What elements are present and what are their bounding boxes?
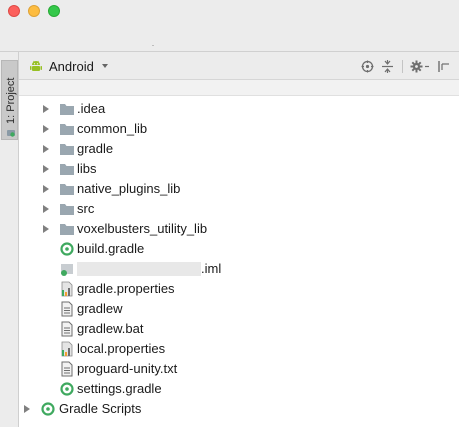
tree-file-iml[interactable]: .iml [19,259,459,279]
expand-arrow-icon[interactable] [43,185,49,193]
tree-item-label: gradlew [77,301,123,316]
toolbar-separator [402,60,403,73]
tree-folder-libs[interactable]: libs [19,159,459,179]
tree-item-label: proguard-unity.txt [77,361,178,376]
tree-file-build-gradle[interactable]: build.gradle [19,239,459,259]
gear-icon [410,60,429,72]
tree-file-proguard-unity[interactable]: proguard-unity.txt [19,359,459,379]
panel-subbar [19,80,459,96]
redacted-filename [77,262,201,276]
module-file-icon [61,264,73,276]
tree-file-settings-gradle[interactable]: settings.gradle [19,379,459,399]
folder-icon [60,104,74,115]
gradle-icon [60,382,74,396]
folder-icon [60,164,74,175]
folder-icon [60,204,74,215]
folder-icon [60,144,74,155]
tree-item-label: Gradle Scripts [59,401,142,416]
view-mode-dropdown[interactable]: Android [29,58,108,74]
window-titlebar [0,0,459,52]
crosshair-icon [361,60,373,72]
collapse-all-button[interactable] [379,58,395,74]
tree-item-label: libs [77,161,97,176]
expand-arrow-icon[interactable] [43,205,49,213]
window-close-button[interactable] [8,5,20,17]
text-file-icon [61,361,73,377]
properties-file-icon [61,281,73,297]
chevron-down-icon [101,64,108,68]
tree-item-label: native_plugins_lib [77,181,181,196]
tree-item-label: gradlew.bat [77,321,144,336]
project-folder-icon [7,130,15,137]
gradle-icon [60,242,74,256]
tree-gradle-scripts[interactable]: Gradle Scripts [19,399,459,419]
tree-file-local-properties[interactable]: local.properties [19,339,459,359]
tree-folder-native-plugins-lib[interactable]: native_plugins_lib [19,179,459,199]
view-mode-label: Android [49,58,94,74]
text-file-icon [61,301,73,317]
hide-panel-icon [437,60,449,72]
settings-menu-button[interactable] [409,58,431,74]
collapse-all-icon [381,59,393,73]
expand-arrow-icon[interactable] [43,225,49,233]
expand-arrow-icon[interactable] [43,125,49,133]
expand-arrow-icon[interactable] [43,145,49,153]
tree-item-label: .iml [201,261,222,276]
project-panel-header: Android [19,52,459,80]
tree-file-gradle-properties[interactable]: gradle.properties [19,279,459,299]
scroll-from-source-button[interactable] [359,58,375,74]
expand-arrow-icon[interactable] [24,405,30,413]
gradle-icon [41,402,55,416]
tree-item-label: .idea [77,101,106,116]
android-icon [30,60,42,71]
tree-folder-voxelbusters-utility-lib[interactable]: voxelbusters_utility_lib [19,219,459,239]
project-tab-label: 1: Project [5,77,17,124]
tree-item-label: gradle.properties [77,281,175,296]
window-minimize-button[interactable] [28,5,40,17]
expand-arrow-icon[interactable] [43,165,49,173]
tree-item-label: gradle [77,141,114,156]
left-tool-strip: 1: Project [0,52,19,427]
tree-folder-gradle[interactable]: gradle [19,139,459,159]
folder-icon [60,184,74,195]
tree-item-label: settings.gradle [77,381,162,396]
folder-icon [60,124,74,135]
folder-icon [60,224,74,235]
tree-item-label: build.gradle [77,241,145,256]
tree-item-label: src [77,201,95,216]
project-tool-tab[interactable]: 1: Project [1,60,18,140]
text-file-icon [61,321,73,337]
tree-folder-common-lib[interactable]: common_lib [19,119,459,139]
tree-folder-src[interactable]: src [19,199,459,219]
titlebar-mark [152,45,154,46]
window-zoom-button[interactable] [48,5,60,17]
tree-item-label: voxelbusters_utility_lib [77,221,208,236]
expand-arrow-icon[interactable] [43,105,49,113]
properties-file-icon [61,341,73,357]
tree-item-label: common_lib [77,121,148,136]
tree-file-gradlew-bat[interactable]: gradlew.bat [19,319,459,339]
tree-item-label: local.properties [77,341,166,356]
tree-file-gradlew[interactable]: gradlew [19,299,459,319]
tree-folder-idea[interactable]: .idea [19,99,459,119]
hide-panel-button[interactable] [435,58,451,74]
